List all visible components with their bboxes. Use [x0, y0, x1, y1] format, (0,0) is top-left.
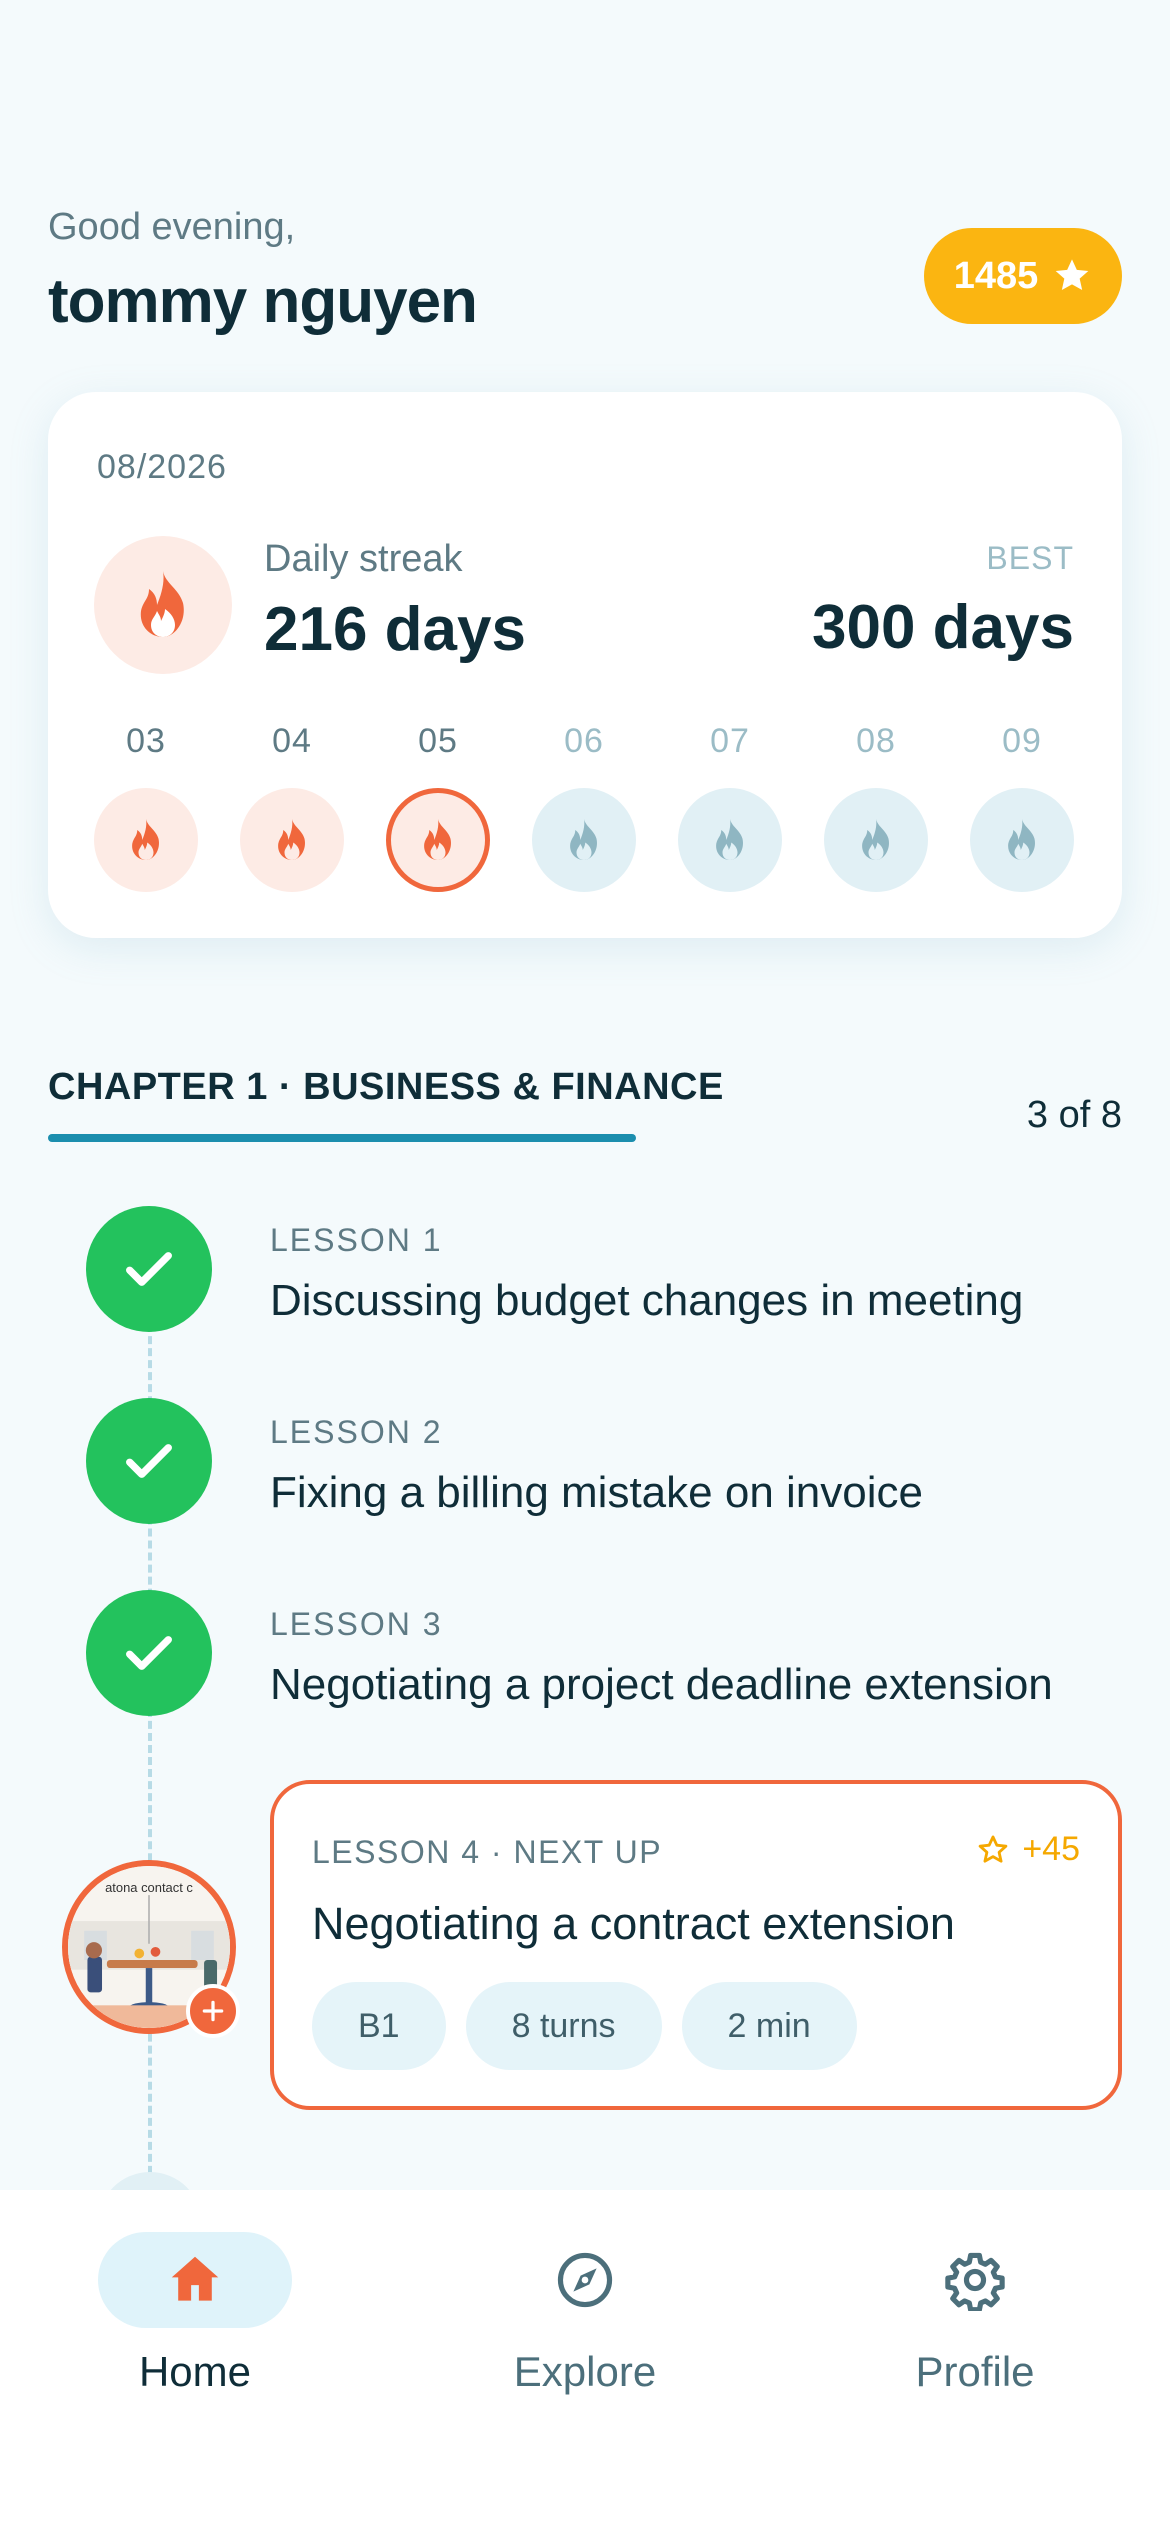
streak-value: 216 days: [264, 595, 526, 664]
xp-value: +45: [1022, 1830, 1080, 1868]
home-icon: [171, 2256, 219, 2301]
streak-card[interactable]: 08/2026 Daily streak 216 days BEST 300 d…: [48, 392, 1122, 938]
streak-day-number: 06: [564, 722, 604, 760]
streak-day-number: 07: [710, 722, 750, 760]
nav-explore[interactable]: Explore: [435, 2232, 735, 2396]
next-lesson-card[interactable]: LESSON 4 · NEXT UP +45 Negotiating a con…: [270, 1780, 1122, 2110]
streak-day-number: 08: [856, 722, 896, 760]
star-outline-icon: [979, 1835, 1008, 1863]
chapter-title: CHAPTER 1 · BUSINESS & FINANCE: [48, 1066, 724, 1108]
checkmark-icon: [126, 1252, 172, 1286]
bottom-nav: Home Explore Profile: [0, 2190, 1170, 2532]
flame-icon: [278, 818, 305, 860]
streak-label: Daily streak: [264, 538, 463, 580]
nav-profile-pill: [878, 2232, 1072, 2328]
next-lesson-kicker: LESSON 4 · NEXT UP: [312, 1834, 663, 1870]
nav-profile[interactable]: Profile: [825, 2232, 1125, 2396]
streak-day-future-badge: [532, 788, 636, 892]
streak-day-number: 09: [1002, 722, 1042, 760]
lesson-1-title[interactable]: Discussing budget changes in meeting: [270, 1276, 1023, 1326]
streak-day-done-badge: [240, 788, 344, 892]
streak-day-future-badge: [970, 788, 1074, 892]
streak-day-number: 05: [418, 722, 458, 760]
streak-flame-badge: [94, 536, 232, 674]
lesson-1-complete-badge: [86, 1206, 212, 1332]
greeting-text: Good evening,: [48, 206, 296, 248]
lesson-3-complete-badge: [86, 1590, 212, 1716]
streak-day-number: 04: [272, 722, 312, 760]
streak-day-done-badge: [94, 788, 198, 892]
streak-month: 08/2026: [97, 448, 227, 486]
chapter-progress-bar: [48, 1134, 636, 1142]
streak-day: 07: [678, 722, 782, 892]
add-lesson-button[interactable]: [186, 1984, 240, 2038]
next-lesson-title: Negotiating a contract extension: [312, 1898, 955, 1949]
streak-day: 03: [94, 722, 198, 892]
checkmark-icon: [126, 1636, 172, 1670]
checkmark-icon: [126, 1444, 172, 1478]
flame-icon: [570, 818, 597, 860]
nav-explore-label: Explore: [513, 2348, 657, 2395]
flame-icon: [424, 818, 451, 860]
streak-day-future-badge: [678, 788, 782, 892]
flame-icon: [716, 818, 743, 860]
username: tommy nguyen: [48, 267, 478, 336]
nav-profile-label: Profile: [915, 2348, 1035, 2395]
streak-day-future-badge: [824, 788, 928, 892]
streak-day: 04: [240, 722, 344, 892]
flame-icon: [140, 571, 184, 637]
lesson-chips: B1 8 turns 2 min: [312, 1982, 857, 2070]
streak-day: 09: [970, 722, 1074, 892]
flame-icon: [862, 818, 889, 860]
chapter-count: 3 of 8: [1026, 1094, 1122, 1136]
thumbnail-caption: atona contact c: [105, 1880, 193, 1895]
gear-icon: [945, 2252, 1005, 2311]
streak-day: 05: [386, 722, 490, 892]
lesson-2-kicker: LESSON 2: [270, 1414, 443, 1450]
flame-icon: [1008, 818, 1035, 860]
best-value: 300 days: [812, 593, 1074, 662]
best-label: BEST: [986, 540, 1074, 576]
nav-home-pill: [98, 2232, 292, 2328]
lesson-2-complete-badge: [86, 1398, 212, 1524]
lesson-3-kicker: LESSON 3: [270, 1606, 443, 1642]
streak-day: 08: [824, 722, 928, 892]
nav-home-label: Home: [138, 2348, 252, 2395]
lesson-2-title[interactable]: Fixing a billing mistake on invoice: [270, 1468, 923, 1518]
streak-day: 06: [532, 722, 636, 892]
lesson-3-title[interactable]: Negotiating a project deadline extension: [270, 1660, 1053, 1710]
duration-chip: 2 min: [681, 1982, 857, 2070]
streak-day-number: 03: [126, 722, 166, 760]
plus-icon: [202, 2000, 224, 2022]
streak-day-today-badge: [386, 788, 490, 892]
nav-explore-pill: [488, 2232, 682, 2328]
week-row: 03 04 05 06 07 08 09: [94, 722, 1084, 892]
nav-home[interactable]: Home: [45, 2232, 345, 2396]
points-badge[interactable]: 1485: [924, 228, 1122, 324]
lesson-1-kicker: LESSON 1: [270, 1222, 443, 1258]
star-icon: [1055, 259, 1089, 290]
points-value: 1485: [953, 254, 1039, 297]
turns-chip: 8 turns: [465, 1982, 662, 2070]
xp-reward: +45: [976, 1830, 1080, 1869]
flame-icon: [132, 818, 159, 860]
compass-icon: [557, 2252, 613, 2308]
level-chip: B1: [312, 1982, 446, 2070]
